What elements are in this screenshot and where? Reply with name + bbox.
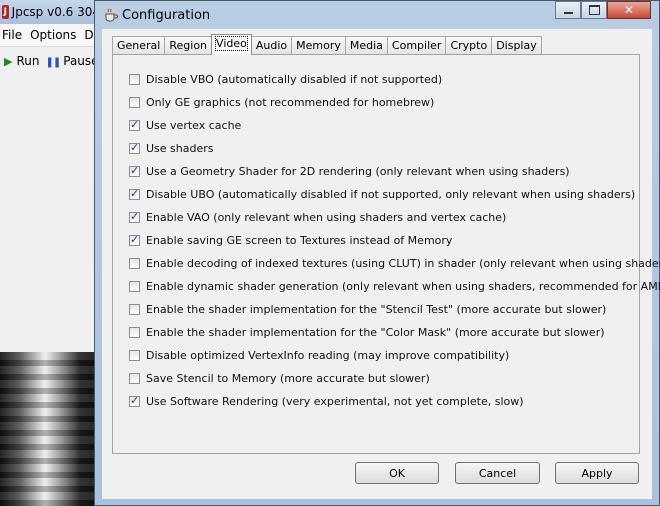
option-row[interactable]: Use Software Rendering (very experimenta… <box>129 390 660 413</box>
option-label: Use a Geometry Shader for 2D rendering (… <box>146 165 570 178</box>
option-label: Use shaders <box>146 142 214 155</box>
ok-label: OK <box>389 466 405 480</box>
close-button[interactable]: ✕ <box>607 1 651 19</box>
tab-video[interactable]: Video <box>211 34 252 55</box>
option-checkbox[interactable] <box>129 74 140 85</box>
option-checkbox[interactable] <box>129 187 140 200</box>
option-row[interactable]: Disable UBO (automatically disabled if n… <box>129 183 660 206</box>
dialog-title: Configuration <box>122 8 211 23</box>
option-checkbox[interactable] <box>129 304 140 315</box>
option-label: Enable decoding of indexed textures (usi… <box>146 257 660 270</box>
menu-options[interactable]: Options <box>30 28 76 42</box>
option-label: Use vertex cache <box>146 119 242 132</box>
tab-general-label: General <box>117 39 161 52</box>
tab-audio[interactable]: Audio <box>250 36 293 54</box>
play-icon: ▶ <box>4 55 13 68</box>
tab-crypto[interactable]: Crypto <box>445 36 493 54</box>
tab-memory[interactable]: Memory <box>291 36 346 54</box>
cancel-button[interactable]: Cancel <box>455 462 540 484</box>
menu-bar: File Options De <box>0 24 101 47</box>
tab-memory-label: Memory <box>296 39 341 52</box>
maximize-icon <box>588 5 600 15</box>
option-checkbox[interactable] <box>129 164 140 177</box>
option-checkbox[interactable] <box>129 141 140 154</box>
maximize-button[interactable] <box>581 1 607 19</box>
apply-button[interactable]: Apply <box>555 462 639 484</box>
pause-icon: ❚❚ <box>45 57 61 68</box>
tab-display[interactable]: Display <box>491 36 542 54</box>
configuration-dialog: Configuration ✕ General Region Video Aud… <box>94 0 660 506</box>
option-label: Use Software Rendering (very experimenta… <box>146 395 524 408</box>
option-row[interactable]: Disable optimized VertexInfo reading (ma… <box>129 344 660 367</box>
main-title-bar: J Jpcsp v0.6 304 <box>0 0 100 24</box>
option-checkbox[interactable] <box>129 373 140 384</box>
option-checkbox[interactable] <box>129 327 140 338</box>
option-row[interactable]: Enable VAO (only relevant when using sha… <box>129 206 660 229</box>
option-checkbox[interactable] <box>129 350 140 361</box>
run-label: Run <box>16 54 40 68</box>
main-window: J Jpcsp v0.6 304 File Options De ▶ Run ❚❚… <box>0 0 101 352</box>
main-window-title: Jpcsp v0.6 304 <box>11 5 100 19</box>
window-controls: ✕ <box>555 1 651 19</box>
option-row[interactable]: Use vertex cache <box>129 114 660 137</box>
tab-audio-label: Audio <box>255 39 288 52</box>
cancel-label: Cancel <box>478 466 517 480</box>
pause-button[interactable]: ❚❚ Pause <box>45 54 98 68</box>
option-label: Enable VAO (only relevant when using sha… <box>146 211 507 224</box>
option-checkbox[interactable] <box>129 394 140 407</box>
option-checkbox[interactable] <box>129 118 140 131</box>
option-label: Only GE graphics (not recommended for ho… <box>146 96 435 109</box>
option-row[interactable]: Only GE graphics (not recommended for ho… <box>129 91 660 114</box>
option-row[interactable]: Use a Geometry Shader for 2D rendering (… <box>129 160 660 183</box>
option-checkbox[interactable] <box>129 97 140 108</box>
option-row[interactable]: Enable saving GE screen to Textures inst… <box>129 229 660 252</box>
ok-button[interactable]: OK <box>355 462 439 484</box>
option-checkbox[interactable] <box>129 210 140 223</box>
tab-media-label: Media <box>349 39 383 52</box>
run-button[interactable]: ▶ Run <box>4 54 39 68</box>
option-label: Save Stencil to Memory (more accurate bu… <box>146 372 430 385</box>
dialog-title-bar[interactable]: Configuration ✕ <box>95 1 659 29</box>
close-icon: ✕ <box>623 3 635 17</box>
minimize-button[interactable] <box>555 1 581 19</box>
menu-file[interactable]: File <box>2 28 22 42</box>
option-label: Enable the shader implementation for the… <box>146 326 605 339</box>
tab-bar: General Region Video Audio Memory Media … <box>112 34 542 55</box>
option-label: Disable optimized VertexInfo reading (ma… <box>146 349 510 362</box>
video-options-list: Disable VBO (automatically disabled if n… <box>129 68 660 413</box>
emulator-screen <box>0 352 100 506</box>
option-row[interactable]: Enable dynamic shader generation (only r… <box>129 275 660 298</box>
tab-crypto-label: Crypto <box>450 39 488 52</box>
option-label: Enable saving GE screen to Textures inst… <box>146 234 453 247</box>
option-label: Disable UBO (automatically disabled if n… <box>146 188 636 201</box>
video-settings-panel: Disable VBO (automatically disabled if n… <box>112 54 660 454</box>
tab-compiler-label: Compiler <box>391 39 442 52</box>
option-label: Enable the shader implementation for the… <box>146 303 607 316</box>
option-row[interactable]: Disable VBO (automatically disabled if n… <box>129 68 660 91</box>
tab-compiler[interactable]: Compiler <box>386 36 447 54</box>
option-row[interactable]: Enable decoding of indexed textures (usi… <box>129 252 660 275</box>
tab-general[interactable]: General <box>112 36 166 54</box>
tab-region-label: Region <box>169 39 208 52</box>
option-checkbox[interactable] <box>129 233 140 246</box>
option-row[interactable]: Use shaders <box>129 137 660 160</box>
option-label: Enable dynamic shader generation (only r… <box>146 280 660 293</box>
app-icon: J <box>2 5 9 19</box>
java-cup-icon <box>105 8 118 22</box>
apply-label: Apply <box>581 466 613 480</box>
option-row[interactable]: Enable the shader implementation for the… <box>129 321 660 344</box>
tab-display-label: Display <box>496 39 537 52</box>
dialog-content: General Region Video Audio Memory Media … <box>102 29 660 499</box>
tab-video-label: Video <box>215 36 248 51</box>
option-label: Disable VBO (automatically disabled if n… <box>146 73 443 86</box>
option-checkbox[interactable] <box>129 258 140 269</box>
tab-media[interactable]: Media <box>344 36 388 54</box>
option-row[interactable]: Enable the shader implementation for the… <box>129 298 660 321</box>
tab-region[interactable]: Region <box>164 36 213 54</box>
option-checkbox[interactable] <box>129 281 140 292</box>
main-toolbar: ▶ Run ❚❚ Pause <box>0 47 100 75</box>
option-row[interactable]: Save Stencil to Memory (more accurate bu… <box>129 367 660 390</box>
minimize-icon <box>563 12 573 14</box>
